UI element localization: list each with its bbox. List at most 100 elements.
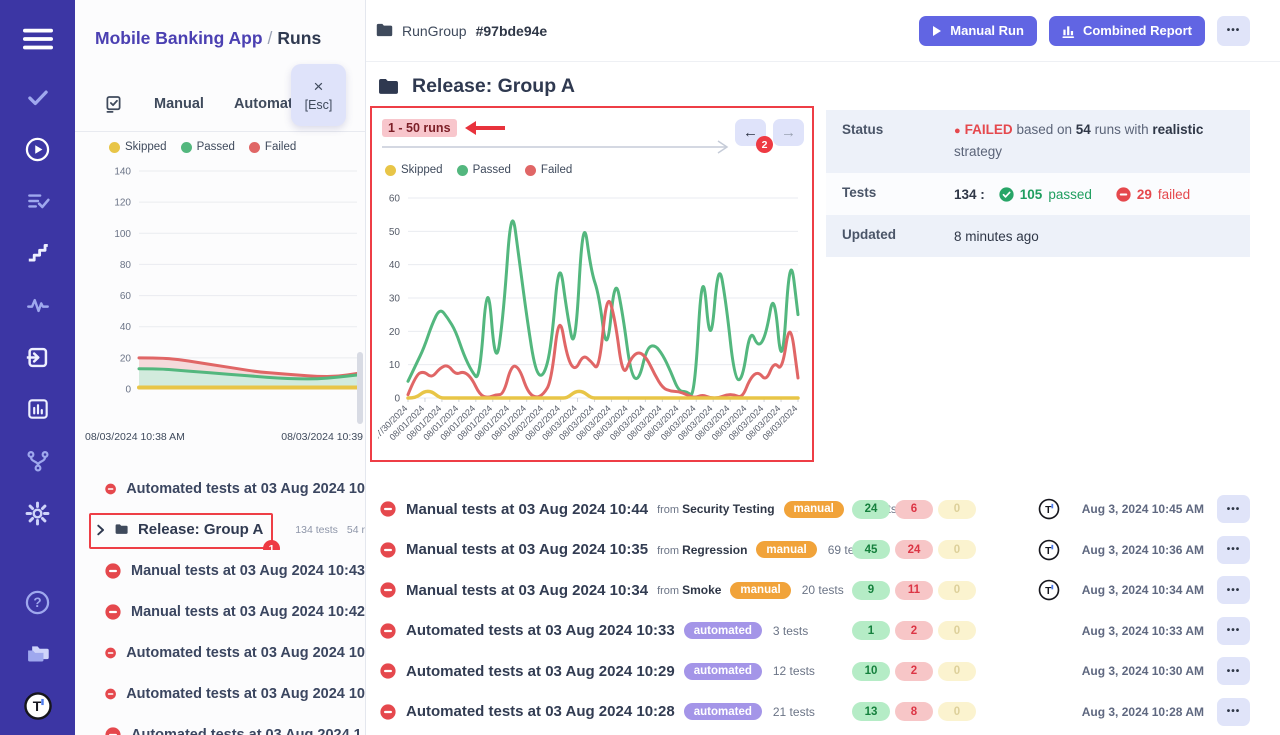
mini-x-start: 08/03/2024 10:38 AM [85,431,185,443]
run-row[interactable]: Manual tests at 03 Aug 2024 10:34 fromSm… [370,570,1250,611]
tests-label: Tests [842,182,954,200]
run-title: Manual tests at 03 Aug 2024 10:44 [406,501,648,518]
run-title: Automated tests at 03 Aug 2024 10:28 [406,703,675,720]
gear-icon[interactable] [23,498,53,528]
run-type-badge: manual [784,501,844,518]
skipped-dot-icon [385,165,396,176]
svg-text:60: 60 [389,194,401,205]
sign-in-icon[interactable] [23,342,53,372]
list-item[interactable]: Automated tests at 03 Aug 2024 10 [75,632,365,673]
release-heading: Release: Group A [378,75,575,98]
svg-text:60: 60 [120,291,132,302]
folder-icon [376,23,393,38]
activity-icon[interactable] [23,290,53,320]
list-item[interactable]: Automated tests at 03 Aug 2024 10 [75,468,365,509]
check-icon[interactable] [23,82,53,112]
svg-text:T: T [1045,546,1052,557]
svg-text:40: 40 [389,260,401,271]
steps-icon[interactable] [23,238,53,268]
next-page-button[interactable]: → [773,119,804,146]
breadcrumb: Mobile Banking App/Runs [95,28,321,49]
menu-icon[interactable] [23,24,53,54]
run-row[interactable]: Automated tests at 03 Aug 2024 10:28 aut… [370,692,1250,733]
failed-icon [380,623,396,639]
list-item[interactable]: Manual tests at 03 Aug 2024 10:42 [75,591,365,632]
failed-icon [380,704,396,720]
scrollbar-thumb[interactable] [357,352,363,424]
bar-chart-icon[interactable] [23,394,53,424]
run-row[interactable]: Automated tests at 03 Aug 2024 10:33 aut… [370,611,1250,652]
prev-page-button[interactable]: ← 2 [735,119,766,146]
annotation-badge-2: 2 [756,136,773,153]
list-item[interactable]: Automated tests at 03 Aug 2024 10 [75,673,365,714]
check-circle-icon [999,187,1014,202]
row-more-button[interactable]: ••• [1217,617,1250,645]
row-more-button[interactable]: ••• [1217,536,1250,564]
tests-row: Tests 134 : 105 passed 29 failed [826,173,1250,215]
list-check-icon[interactable] [23,186,53,216]
failed-icon [105,727,121,735]
run-result-pills: 1 2 0 [852,621,976,640]
list-item-release-group[interactable]: Release: Group A 134 tests 54 r 1 [75,509,365,550]
run-title: Automated tests at 03 Aug 2024 10 [126,645,365,661]
timeline-arrow-icon [382,140,734,154]
failed-pill: 8 [895,702,933,721]
group-runs-list: Manual tests at 03 Aug 2024 10:44 fromSe… [370,489,1250,732]
folders-icon[interactable] [23,639,53,669]
run-type-badge: automated [684,663,762,680]
run-timestamp: Aug 3, 2024 10:30 AM [1082,664,1204,678]
failed-pill: 24 [895,540,933,559]
run-row[interactable]: Automated tests at 03 Aug 2024 10:29 aut… [370,651,1250,692]
help-circle-icon[interactable]: ? [23,587,53,617]
svg-text:40: 40 [120,322,132,333]
group-tests-meta: 134 tests [295,524,338,536]
row-more-button[interactable]: ••• [1217,576,1250,604]
manual-run-button[interactable]: Manual Run [919,16,1037,46]
failed-icon [380,501,396,517]
run-group-breadcrumb: RunGroup #97bde94e [376,23,547,39]
run-row[interactable]: Manual tests at 03 Aug 2024 10:35 fromRe… [370,530,1250,571]
breadcrumb-separator: / [268,28,273,48]
updated-label: Updated [842,224,954,242]
run-timestamp: Aug 3, 2024 10:36 AM [1082,543,1204,557]
list-item[interactable]: Manual tests at 03 Aug 2024 10:43 [75,550,365,591]
tab-manual[interactable]: Manual [154,96,204,112]
mini-x-end: 08/03/2024 10:39 [281,431,363,443]
svg-text:0: 0 [394,394,400,405]
esc-popup[interactable]: × [Esc] [291,64,346,126]
failed-icon [105,563,121,579]
list-item[interactable]: Automated tests at 03 Aug 2024 1 [75,714,365,735]
row-more-button[interactable]: ••• [1217,698,1250,726]
arrow-left-icon: ← [743,124,758,141]
failed-pill: 2 [895,662,933,681]
run-from: fromSecurity Testing [657,502,774,516]
legend-failed: Failed [541,164,572,176]
row-more-button[interactable]: ••• [1217,495,1250,523]
passed-pill: 13 [852,702,890,721]
updated-row: Updated 8 minutes ago [826,215,1250,257]
close-icon[interactable]: × [314,78,324,95]
select-runs-icon[interactable] [103,93,124,115]
combined-report-button[interactable]: Combined Report [1049,16,1205,46]
breadcrumb-project[interactable]: Mobile Banking App [95,28,263,48]
legend-failed: Failed [265,141,296,153]
run-row[interactable]: Manual tests at 03 Aug 2024 10:44 fromSe… [370,489,1250,530]
skipped-pill: 0 [938,621,976,640]
header-more-button[interactable]: ••• [1217,16,1250,46]
runs-list: Automated tests at 03 Aug 2024 10 Releas… [75,468,365,735]
run-source: Regression [682,543,747,557]
app-logo[interactable]: T [23,691,53,721]
run-title: Automated tests at 03 Aug 2024 10:33 [406,622,675,639]
ellipsis-icon: ••• [1227,544,1241,555]
passed-pill: 1 [852,621,890,640]
run-timestamp: Aug 3, 2024 10:28 AM [1082,705,1204,719]
status-row: Status ●FAILED based on 54 runs with rea… [826,110,1250,173]
failed-icon [380,542,396,558]
failed-icon [105,604,121,620]
failed-pill: 11 [895,581,933,600]
run-title: Automated tests at 03 Aug 2024 10 [126,686,365,702]
row-more-button[interactable]: ••• [1217,657,1250,685]
git-branch-icon[interactable] [23,446,53,476]
play-circle-icon[interactable] [23,134,53,164]
annotation-badge-1: 1 [263,540,280,550]
